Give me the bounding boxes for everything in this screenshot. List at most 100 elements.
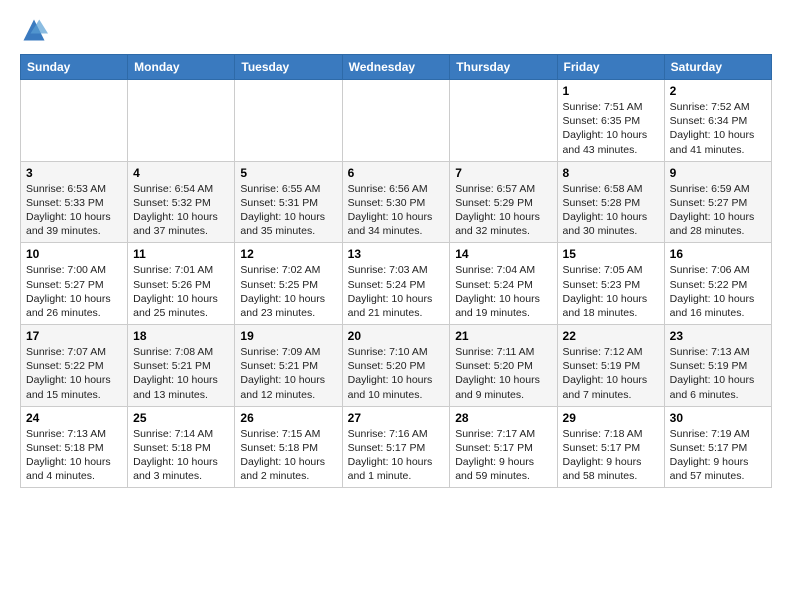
day-number: 1 — [563, 84, 659, 98]
calendar-weekday-monday: Monday — [128, 55, 235, 80]
day-number: 15 — [563, 247, 659, 261]
calendar-cell: 20 Sunrise: 7:10 AM Sunset: 5:20 PM Dayli… — [342, 325, 450, 407]
day-info: Sunrise: 7:13 AM Sunset: 5:19 PM Dayligh… — [670, 345, 766, 402]
day-info: Sunrise: 7:11 AM Sunset: 5:20 PM Dayligh… — [455, 345, 551, 402]
calendar-weekday-thursday: Thursday — [450, 55, 557, 80]
calendar-cell — [235, 80, 342, 162]
day-number: 16 — [670, 247, 766, 261]
calendar-cell: 14Sunrise: 7:04 AM Sunset: 5:24 PM Dayli… — [450, 243, 557, 325]
logo — [20, 16, 52, 44]
day-number: 29 — [563, 411, 659, 425]
calendar-cell: 26 Sunrise: 7:15 AM Sunset: 5:18 PM Dayli… — [235, 406, 342, 488]
header — [20, 16, 772, 44]
day-info: Sunrise: 7:13 AM Sunset: 5:18 PM Dayligh… — [26, 427, 122, 484]
calendar-cell: 21 Sunrise: 7:11 AM Sunset: 5:20 PM Dayli… — [450, 325, 557, 407]
calendar-header-row: SundayMondayTuesdayWednesdayThursdayFrid… — [21, 55, 772, 80]
day-info: Sunrise: 7:14 AM Sunset: 5:18 PM Dayligh… — [133, 427, 229, 484]
calendar-week-3: 10 Sunrise: 7:00 AM Sunset: 5:27 PM Dayli… — [21, 243, 772, 325]
calendar-week-1: 1 Sunrise: 7:51 AM Sunset: 6:35 PM Daylig… — [21, 80, 772, 162]
day-number: 10 — [26, 247, 122, 261]
day-number: 11 — [133, 247, 229, 261]
calendar-cell: 2 Sunrise: 7:52 AM Sunset: 6:34 PM Daylig… — [664, 80, 771, 162]
calendar-cell: 17 Sunrise: 7:07 AM Sunset: 5:22 PM Dayli… — [21, 325, 128, 407]
calendar-weekday-wednesday: Wednesday — [342, 55, 450, 80]
day-info: Sunrise: 7:15 AM Sunset: 5:18 PM Dayligh… — [240, 427, 336, 484]
calendar-week-2: 3 Sunrise: 6:53 AM Sunset: 5:33 PM Daylig… — [21, 161, 772, 243]
day-number: 6 — [348, 166, 445, 180]
calendar-cell: 4 Sunrise: 6:54 AM Sunset: 5:32 PM Daylig… — [128, 161, 235, 243]
calendar-cell: 5 Sunrise: 6:55 AM Sunset: 5:31 PM Daylig… — [235, 161, 342, 243]
day-number: 2 — [670, 84, 766, 98]
calendar-cell: 27 Sunrise: 7:16 AM Sunset: 5:17 PM Dayli… — [342, 406, 450, 488]
day-number: 4 — [133, 166, 229, 180]
calendar-cell: 22 Sunrise: 7:12 AM Sunset: 5:19 PM Dayli… — [557, 325, 664, 407]
day-info: Sunrise: 7:01 AM Sunset: 5:26 PM Dayligh… — [133, 263, 229, 320]
day-number: 27 — [348, 411, 445, 425]
calendar-table: SundayMondayTuesdayWednesdayThursdayFrid… — [20, 54, 772, 488]
day-info: Sunrise: 7:09 AM Sunset: 5:21 PM Dayligh… — [240, 345, 336, 402]
day-number: 19 — [240, 329, 336, 343]
day-info: Sunrise: 7:07 AM Sunset: 5:22 PM Dayligh… — [26, 345, 122, 402]
day-number: 13 — [348, 247, 445, 261]
calendar-weekday-tuesday: Tuesday — [235, 55, 342, 80]
day-number: 20 — [348, 329, 445, 343]
day-number: 5 — [240, 166, 336, 180]
calendar-cell — [128, 80, 235, 162]
calendar-cell: 30Sunrise: 7:19 AM Sunset: 5:17 PM Dayli… — [664, 406, 771, 488]
day-info: Sunrise: 6:56 AM Sunset: 5:30 PM Dayligh… — [348, 182, 445, 239]
calendar-cell: 10 Sunrise: 7:00 AM Sunset: 5:27 PM Dayli… — [21, 243, 128, 325]
day-number: 26 — [240, 411, 336, 425]
calendar-weekday-friday: Friday — [557, 55, 664, 80]
day-number: 12 — [240, 247, 336, 261]
day-number: 14 — [455, 247, 551, 261]
calendar-cell: 28 Sunrise: 7:17 AM Sunset: 5:17 PM Dayli… — [450, 406, 557, 488]
calendar-cell: 8 Sunrise: 6:58 AM Sunset: 5:28 PM Daylig… — [557, 161, 664, 243]
day-info: Sunrise: 7:17 AM Sunset: 5:17 PM Dayligh… — [455, 427, 551, 484]
calendar-cell: 13 Sunrise: 7:03 AM Sunset: 5:24 PM Dayli… — [342, 243, 450, 325]
calendar-cell: 25 Sunrise: 7:14 AM Sunset: 5:18 PM Dayli… — [128, 406, 235, 488]
calendar-cell: 16 Sunrise: 7:06 AM Sunset: 5:22 PM Dayli… — [664, 243, 771, 325]
day-info: Sunrise: 6:53 AM Sunset: 5:33 PM Dayligh… — [26, 182, 122, 239]
day-number: 25 — [133, 411, 229, 425]
day-number: 9 — [670, 166, 766, 180]
day-number: 21 — [455, 329, 551, 343]
day-info: Sunrise: 6:57 AM Sunset: 5:29 PM Dayligh… — [455, 182, 551, 239]
day-info: Sunrise: 7:51 AM Sunset: 6:35 PM Dayligh… — [563, 100, 659, 157]
calendar-cell: 23 Sunrise: 7:13 AM Sunset: 5:19 PM Dayli… — [664, 325, 771, 407]
calendar-cell: 1 Sunrise: 7:51 AM Sunset: 6:35 PM Daylig… — [557, 80, 664, 162]
day-info: Sunrise: 7:52 AM Sunset: 6:34 PM Dayligh… — [670, 100, 766, 157]
day-info: Sunrise: 6:59 AM Sunset: 5:27 PM Dayligh… — [670, 182, 766, 239]
calendar-weekday-sunday: Sunday — [21, 55, 128, 80]
day-info: Sunrise: 7:06 AM Sunset: 5:22 PM Dayligh… — [670, 263, 766, 320]
day-number: 22 — [563, 329, 659, 343]
day-number: 8 — [563, 166, 659, 180]
day-number: 30 — [670, 411, 766, 425]
day-info: Sunrise: 6:54 AM Sunset: 5:32 PM Dayligh… — [133, 182, 229, 239]
day-info: Sunrise: 7:05 AM Sunset: 5:23 PM Dayligh… — [563, 263, 659, 320]
calendar-cell: 12 Sunrise: 7:02 AM Sunset: 5:25 PM Dayli… — [235, 243, 342, 325]
day-number: 3 — [26, 166, 122, 180]
calendar-cell: 7Sunrise: 6:57 AM Sunset: 5:29 PM Daylig… — [450, 161, 557, 243]
day-info: Sunrise: 7:16 AM Sunset: 5:17 PM Dayligh… — [348, 427, 445, 484]
calendar-cell: 6 Sunrise: 6:56 AM Sunset: 5:30 PM Daylig… — [342, 161, 450, 243]
day-info: Sunrise: 7:02 AM Sunset: 5:25 PM Dayligh… — [240, 263, 336, 320]
calendar-cell: 29Sunrise: 7:18 AM Sunset: 5:17 PM Dayli… — [557, 406, 664, 488]
calendar-week-4: 17 Sunrise: 7:07 AM Sunset: 5:22 PM Dayli… — [21, 325, 772, 407]
day-number: 17 — [26, 329, 122, 343]
day-info: Sunrise: 7:12 AM Sunset: 5:19 PM Dayligh… — [563, 345, 659, 402]
day-info: Sunrise: 6:55 AM Sunset: 5:31 PM Dayligh… — [240, 182, 336, 239]
calendar-week-5: 24 Sunrise: 7:13 AM Sunset: 5:18 PM Dayli… — [21, 406, 772, 488]
day-info: Sunrise: 7:00 AM Sunset: 5:27 PM Dayligh… — [26, 263, 122, 320]
calendar-cell — [21, 80, 128, 162]
calendar-cell: 9 Sunrise: 6:59 AM Sunset: 5:27 PM Daylig… — [664, 161, 771, 243]
day-number: 28 — [455, 411, 551, 425]
calendar-cell — [342, 80, 450, 162]
day-info: Sunrise: 6:58 AM Sunset: 5:28 PM Dayligh… — [563, 182, 659, 239]
calendar-cell — [450, 80, 557, 162]
calendar-cell: 24 Sunrise: 7:13 AM Sunset: 5:18 PM Dayli… — [21, 406, 128, 488]
day-number: 23 — [670, 329, 766, 343]
day-info: Sunrise: 7:03 AM Sunset: 5:24 PM Dayligh… — [348, 263, 445, 320]
day-number: 24 — [26, 411, 122, 425]
day-info: Sunrise: 7:10 AM Sunset: 5:20 PM Dayligh… — [348, 345, 445, 402]
calendar-cell: 15 Sunrise: 7:05 AM Sunset: 5:23 PM Dayli… — [557, 243, 664, 325]
